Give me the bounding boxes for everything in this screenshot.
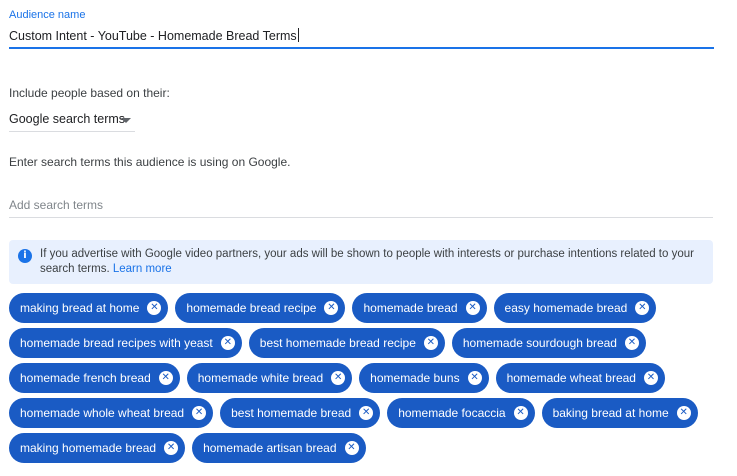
search-term-chip[interactable]: homemade white bread ✕: [186, 363, 353, 393]
chip-label: easy homemade bread: [504, 301, 628, 315]
chip-label: making homemade bread: [20, 441, 157, 455]
search-term-chip[interactable]: making bread at home ✕: [9, 293, 169, 323]
audience-name-label: Audience name: [9, 9, 86, 21]
chip-label: homemade sourdough bread: [462, 336, 617, 350]
targeting-type-dropdown[interactable]: Google search terms: [9, 108, 135, 132]
search-term-chip[interactable]: homemade bread recipes with yeast ✕: [9, 328, 242, 358]
info-banner: i If you advertise with Google video par…: [9, 240, 713, 284]
learn-more-link[interactable]: Learn more: [113, 263, 172, 275]
chip-label: best homemade bread recipe: [259, 336, 416, 350]
search-term-chip[interactable]: best homemade bread recipe ✕: [248, 328, 445, 358]
chip-label: baking bread at home: [552, 406, 669, 420]
chip-row: making bread at home ✕ homemade bread reci…: [9, 293, 719, 323]
remove-chip-icon[interactable]: ✕: [467, 371, 482, 385]
search-term-chip[interactable]: best homemade bread ✕: [220, 398, 381, 428]
search-term-chip[interactable]: homemade focaccia ✕: [387, 398, 535, 428]
remove-chip-icon[interactable]: ✕: [164, 441, 179, 455]
chevron-down-icon: [121, 118, 131, 123]
chip-row: homemade french bread ✕ homemade white bre…: [9, 363, 719, 393]
remove-chip-icon[interactable]: ✕: [147, 301, 162, 315]
chip-label: homemade focaccia: [398, 406, 506, 420]
remove-chip-icon[interactable]: ✕: [344, 441, 359, 455]
chip-label: homemade artisan bread: [203, 441, 337, 455]
search-term-chip[interactable]: homemade whole wheat bread ✕: [9, 398, 214, 428]
audience-name-underline: [9, 47, 714, 49]
info-icon: i: [18, 249, 32, 263]
include-people-label: Include people based on their:: [9, 86, 170, 100]
remove-chip-icon[interactable]: ✕: [624, 336, 639, 350]
search-term-chip[interactable]: homemade bread ✕: [352, 293, 487, 323]
chip-label: homemade buns: [370, 371, 460, 385]
chip-label: homemade bread recipe: [186, 301, 317, 315]
remove-chip-icon[interactable]: ✕: [423, 336, 438, 350]
search-terms-input[interactable]: [9, 193, 713, 218]
dropdown-underline: [9, 131, 135, 132]
remove-chip-icon[interactable]: ✕: [192, 406, 207, 420]
remove-chip-icon[interactable]: ✕: [359, 406, 374, 420]
chip-row: homemade whole wheat bread ✕ best homemade…: [9, 398, 719, 428]
text-cursor: [297, 28, 299, 42]
remove-chip-icon[interactable]: ✕: [635, 301, 650, 315]
audience-name-field[interactable]: Custom Intent - YouTube - Homemade Bread…: [9, 28, 299, 43]
remove-chip-icon[interactable]: ✕: [643, 371, 658, 385]
search-term-chip[interactable]: making homemade bread ✕: [9, 433, 186, 463]
search-term-chip[interactable]: homemade wheat bread ✕: [495, 363, 665, 393]
chip-label: best homemade bread: [231, 406, 352, 420]
chip-label: homemade bread recipes with yeast: [20, 336, 213, 350]
remove-chip-icon[interactable]: ✕: [676, 406, 691, 420]
chip-label: homemade wheat bread: [506, 371, 636, 385]
remove-chip-icon[interactable]: ✕: [220, 336, 235, 350]
search-term-chips: making bread at home ✕ homemade bread reci…: [9, 293, 719, 468]
info-banner-text: If you advertise with Google video partn…: [40, 247, 705, 277]
search-term-chip[interactable]: easy homemade bread ✕: [493, 293, 657, 323]
chip-label: homemade bread: [363, 301, 458, 315]
search-terms-help-text: Enter search terms this audience is usin…: [9, 155, 291, 169]
chip-row: homemade bread recipes with yeast ✕ best h…: [9, 328, 719, 358]
remove-chip-icon[interactable]: ✕: [465, 301, 480, 315]
chip-label: making bread at home: [20, 301, 140, 315]
remove-chip-icon[interactable]: ✕: [324, 301, 339, 315]
search-term-chip[interactable]: baking bread at home ✕: [541, 398, 698, 428]
chip-row: making homemade bread ✕ homemade artisan b…: [9, 433, 719, 463]
search-term-chip[interactable]: homemade buns ✕: [359, 363, 489, 393]
chip-label: homemade french bread: [20, 371, 151, 385]
search-term-chip[interactable]: homemade bread recipe ✕: [175, 293, 346, 323]
search-term-chip[interactable]: homemade french bread ✕: [9, 363, 180, 393]
remove-chip-icon[interactable]: ✕: [158, 371, 173, 385]
chip-label: homemade white bread: [197, 371, 324, 385]
chip-label: homemade whole wheat bread: [20, 406, 185, 420]
remove-chip-icon[interactable]: ✕: [331, 371, 346, 385]
remove-chip-icon[interactable]: ✕: [513, 406, 528, 420]
dropdown-selected-value: Google search terms: [9, 112, 126, 126]
audience-name-value: Custom Intent - YouTube - Homemade Bread…: [9, 29, 297, 43]
search-term-chip[interactable]: homemade artisan bread ✕: [192, 433, 366, 463]
search-term-chip[interactable]: homemade sourdough bread ✕: [451, 328, 646, 358]
